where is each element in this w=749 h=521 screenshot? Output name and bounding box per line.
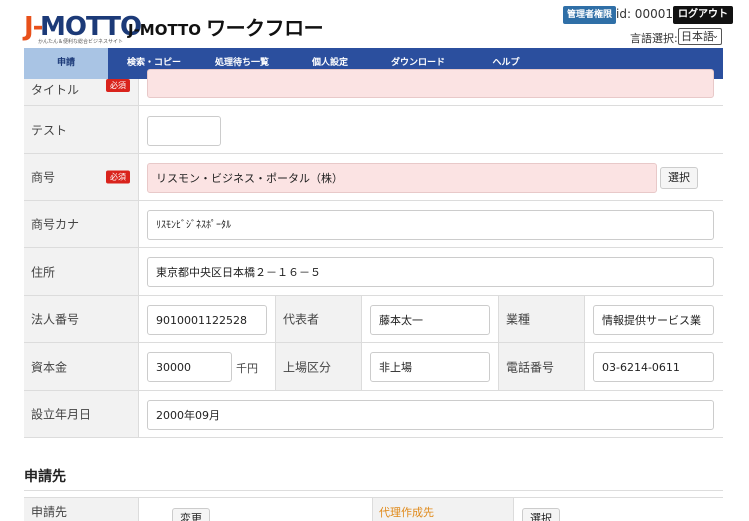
corp-number-input[interactable]: 9010001122528 xyxy=(147,305,267,335)
form-row-corp: 法人番号 9010001122528 代表者 藤本太一 業種 情報提供サービス業 xyxy=(24,296,723,343)
label-cell: 上場区分 xyxy=(275,343,362,390)
label-cell: テスト xyxy=(24,106,139,153)
label-cell: 住所 xyxy=(24,248,139,295)
label-cell: タイトル 必須 xyxy=(24,79,139,105)
label-cell: 設立年月日 xyxy=(24,391,139,437)
representative-label: 代表者 xyxy=(283,312,320,327)
industry-input[interactable]: 情報提供サービス業 xyxy=(593,305,714,335)
form-row-title: タイトル 必須 xyxy=(24,69,723,106)
form-row-kana: 商号カナ ﾘｽﾓﾝﾋﾞｼﾞﾈｽﾎﾟｰﾀﾙ xyxy=(24,201,723,248)
language-select-value: 日本語 xyxy=(681,30,714,43)
phone-input[interactable]: 03-6214-0611 xyxy=(593,352,714,382)
logo-tagline: かんたん＆便利な総合ビジネスサイト xyxy=(38,39,124,45)
required-badge: 必須 xyxy=(106,170,130,184)
proxy-select-button[interactable]: 選択 xyxy=(522,508,560,521)
proxy-label: 代理作成先 xyxy=(379,506,434,519)
kana-input[interactable]: ﾘｽﾓﾝﾋﾞｼﾞﾈｽﾎﾟｰﾀﾙ xyxy=(147,210,714,240)
label-cell: 業種 xyxy=(498,296,585,342)
label-cell: 代表者 xyxy=(275,296,362,342)
test-label: テスト xyxy=(31,123,68,137)
phone-label: 電話番号 xyxy=(506,360,555,374)
section-title-applicant: 申請先 xyxy=(24,469,66,485)
founded-input[interactable]: 2000年09月 xyxy=(147,400,714,430)
form-row-founded: 設立年月日 2000年09月 xyxy=(24,391,723,438)
logout-button[interactable]: ログアウト xyxy=(673,6,733,24)
nav-item-apply[interactable]: 申請 xyxy=(24,48,108,79)
required-badge: 必須 xyxy=(106,79,130,92)
listing-input[interactable]: 非上場 xyxy=(370,352,490,382)
address-input[interactable]: 東京都中央区日本橋２－１６－５ xyxy=(147,257,714,287)
address-label: 住所 xyxy=(31,265,56,279)
title-input[interactable] xyxy=(147,69,714,98)
founded-label: 設立年月日 xyxy=(31,407,92,422)
form-row-capital: 資本金 30000 千円 上場区分 非上場 電話番号 03-6214-0611 xyxy=(24,343,723,391)
user-id: id: 00001 xyxy=(616,7,673,21)
label-cell: 法人番号 xyxy=(24,296,139,342)
capital-input[interactable]: 30000 xyxy=(147,352,232,382)
label-cell: 電話番号 xyxy=(498,343,585,390)
form-row-test: テスト xyxy=(24,106,723,154)
form-row-company: 商号 必須 リスモン・ビジネス・ポータル（株） 選択 xyxy=(24,154,723,201)
app-title-ja: ワークフロー xyxy=(206,16,324,40)
app-title: J-MOTTO ワークフロー xyxy=(128,12,324,41)
company-label: 商号 xyxy=(31,170,56,185)
representative-input[interactable]: 藤本太一 xyxy=(370,305,490,335)
app-title-en: J-MOTTO xyxy=(128,21,202,39)
capital-label: 資本金 xyxy=(31,360,68,374)
admin-button[interactable]: 管理者権限 xyxy=(563,6,617,24)
form-row-address: 住所 東京都中央区日本橋２－１６－５ xyxy=(24,248,723,296)
label-cell: 資本金 xyxy=(24,343,139,390)
change-button[interactable]: 変更 xyxy=(172,508,210,521)
title-label: タイトル xyxy=(31,83,80,97)
chevron-down-icon: ⌄ xyxy=(711,31,719,41)
capital-unit: 千円 xyxy=(236,362,258,375)
applicant-label: 申請先 xyxy=(31,505,68,519)
label-cell: 申請先 xyxy=(24,498,139,521)
company-input[interactable]: リスモン・ビジネス・ポータル（株） xyxy=(147,163,657,193)
label-cell: 商号カナ xyxy=(24,201,139,247)
label-cell: 商号 必須 xyxy=(24,154,139,200)
app-header: J- MOTTO かんたん＆便利な総合ビジネスサイト J-MOTTO ワークフロ… xyxy=(0,0,749,48)
language-select[interactable]: 日本語 ⌄ xyxy=(678,28,722,45)
listing-label: 上場区分 xyxy=(283,360,332,374)
test-input[interactable] xyxy=(147,116,221,146)
section-divider xyxy=(24,490,723,491)
language-label: 言語選択: xyxy=(630,32,678,45)
corp-number-label: 法人番号 xyxy=(31,312,80,327)
kana-label: 商号カナ xyxy=(31,217,80,232)
jmotto-logo[interactable]: J- MOTTO かんたん＆便利な総合ビジネスサイト xyxy=(24,4,142,45)
label-cell: 代理作成先 xyxy=(372,498,514,521)
form-row-applicant: 申請先 変更 代理作成先 選択 xyxy=(24,497,723,521)
company-select-button[interactable]: 選択 xyxy=(660,167,698,189)
industry-label: 業種 xyxy=(506,312,531,327)
